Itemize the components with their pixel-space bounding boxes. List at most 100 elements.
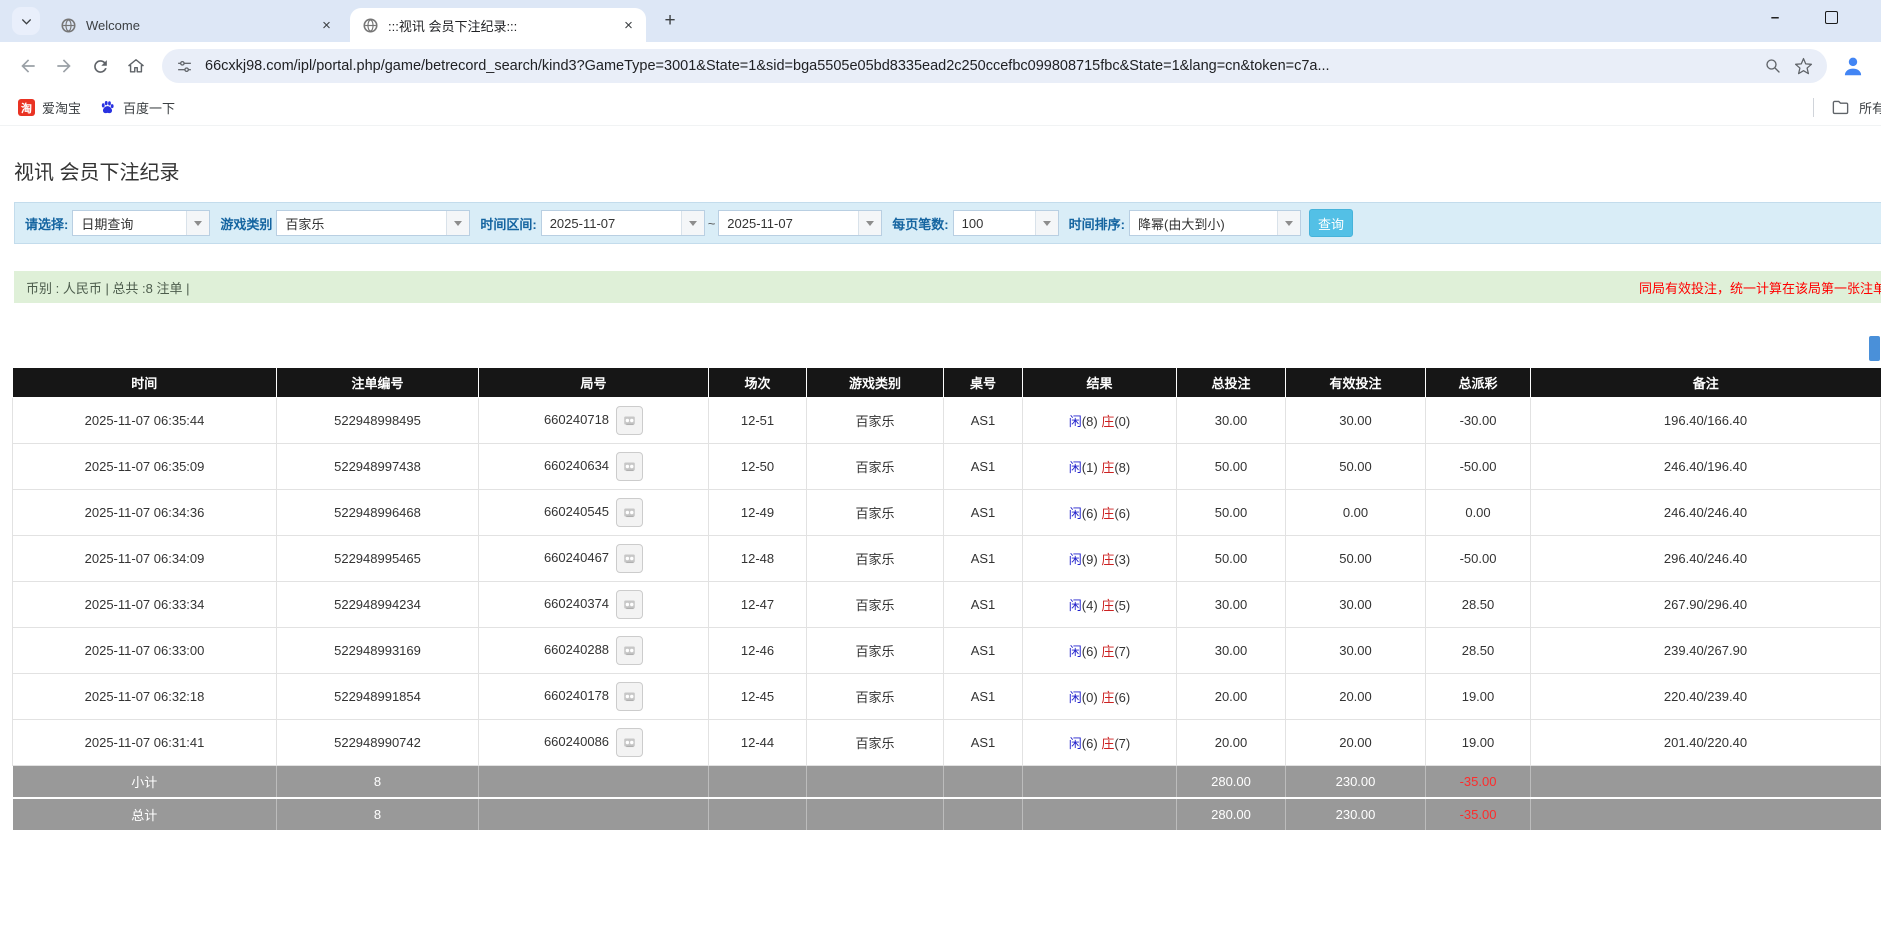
chevron-down-icon[interactable] <box>446 211 469 235</box>
total-bet-link[interactable]: 50.00 <box>1177 490 1286 536</box>
minimize-button[interactable] <box>1747 0 1803 34</box>
remark: 239.40/267.90 <box>1531 628 1881 674</box>
bookmarks-bar: 淘 爱淘宝 百度一下 所有书签 <box>0 90 1881 126</box>
remark: 267.90/296.40 <box>1531 582 1881 628</box>
table-row: 2025-11-07 06:35:44 522948998495 6602407… <box>13 398 1881 444</box>
forward-button[interactable] <box>46 48 82 84</box>
home-button[interactable] <box>118 48 154 84</box>
bookmark-label: 爱淘宝 <box>42 98 81 117</box>
session: 12-51 <box>709 398 807 444</box>
new-tab-button[interactable] <box>656 7 684 35</box>
video-replay-button[interactable] <box>616 498 643 527</box>
player-score: (0) <box>1082 690 1098 705</box>
scrollbar-thumb[interactable] <box>1869 336 1880 361</box>
close-tab-icon[interactable] <box>317 16 336 35</box>
url-text[interactable]: 66cxkj98.com/ipl/portal.php/game/betreco… <box>205 58 1752 74</box>
result-cell: 闲(9) 庄(3) <box>1023 536 1177 582</box>
site-settings-icon[interactable] <box>176 58 193 75</box>
video-replay-button[interactable] <box>616 636 643 665</box>
page-size-label: 每页笔数: <box>892 214 948 233</box>
tab-search-button[interactable] <box>12 7 40 35</box>
player-score: (4) <box>1082 598 1098 613</box>
chevron-down-icon[interactable] <box>1035 211 1058 235</box>
total-bet-link[interactable]: 50.00 <box>1177 536 1286 582</box>
filter-bar: 请选择: 日期查询 游戏类别 百家乐 时间区间: 2025-11-07 ~ 20… <box>14 202 1881 244</box>
address-bar[interactable]: 66cxkj98.com/ipl/portal.php/game/betreco… <box>162 49 1827 83</box>
remark: 201.40/220.40 <box>1531 720 1881 766</box>
video-replay-button[interactable] <box>616 682 643 711</box>
payout: -30.00 <box>1426 398 1531 444</box>
column-header: 游戏类别 <box>807 368 944 398</box>
remark: 296.40/246.40 <box>1531 536 1881 582</box>
game-type-select[interactable]: 百家乐 <box>276 210 470 236</box>
close-tab-icon[interactable] <box>619 16 638 35</box>
bookmark-item-baidu[interactable]: 百度一下 <box>99 98 175 117</box>
bookmark-item-taobao[interactable]: 淘 爱淘宝 <box>18 98 81 117</box>
table-row: 2025-11-07 06:35:09 522948997438 6602406… <box>13 444 1881 490</box>
table-code: AS1 <box>944 720 1023 766</box>
video-icon <box>623 643 636 658</box>
total-bet-link[interactable]: 30.00 <box>1177 628 1286 674</box>
video-replay-button[interactable] <box>616 406 643 435</box>
player-label: 闲 <box>1069 690 1082 705</box>
search-button[interactable]: 查询 <box>1309 209 1353 237</box>
bookmark-star-icon[interactable] <box>1794 57 1813 76</box>
total-count: 8 <box>277 798 479 831</box>
sort-select[interactable]: 降幂(由大到小) <box>1129 210 1301 236</box>
globe-icon <box>60 17 77 34</box>
page-size-select[interactable]: 100 <box>953 210 1059 236</box>
video-icon <box>623 597 636 612</box>
zoom-icon[interactable] <box>1764 57 1782 75</box>
back-button[interactable] <box>10 48 46 84</box>
total-bet-link[interactable]: 30.00 <box>1177 582 1286 628</box>
all-bookmarks[interactable]: 所有书签 <box>1813 90 1881 125</box>
tab-title: :::视讯 会员下注纪录::: <box>388 16 619 35</box>
player-label: 闲 <box>1069 506 1082 521</box>
total-bet-link[interactable]: 20.00 <box>1177 720 1286 766</box>
chevron-down-icon[interactable] <box>1277 211 1300 235</box>
video-replay-button[interactable] <box>616 544 643 573</box>
banker-label: 庄 <box>1101 690 1114 705</box>
video-replay-button[interactable] <box>616 728 643 757</box>
bet-time: 2025-11-07 06:31:41 <box>13 720 277 766</box>
round-number: 660240718 <box>544 412 609 427</box>
sort-value: 降幂(由大到小) <box>1130 211 1277 235</box>
table-code: AS1 <box>944 490 1023 536</box>
total-bet-link[interactable]: 20.00 <box>1177 674 1286 720</box>
date-from-input[interactable]: 2025-11-07 <box>541 210 705 236</box>
person-icon <box>1840 53 1866 79</box>
chevron-down-icon[interactable] <box>858 211 881 235</box>
game-type: 百家乐 <box>807 674 944 720</box>
valid-bet: 30.00 <box>1286 398 1426 444</box>
maximize-button[interactable] <box>1803 0 1859 34</box>
total-bet-link[interactable]: 30.00 <box>1177 398 1286 444</box>
game-type: 百家乐 <box>807 720 944 766</box>
reload-button[interactable] <box>82 48 118 84</box>
date-to-input[interactable]: 2025-11-07 <box>718 210 882 236</box>
chevron-down-icon[interactable] <box>681 211 704 235</box>
chevron-down-icon <box>20 15 33 28</box>
valid-bet: 50.00 <box>1286 536 1426 582</box>
baidu-paw-icon <box>99 99 116 116</box>
round-number: 660240467 <box>544 550 609 565</box>
chevron-down-icon[interactable] <box>186 211 209 235</box>
valid-bet-notice: 同局有效投注，统一计算在该局第一张注单内 <box>1639 278 1881 297</box>
query-mode-select[interactable]: 日期查询 <box>72 210 210 236</box>
column-header: 桌号 <box>944 368 1023 398</box>
profile-avatar[interactable] <box>1835 48 1871 84</box>
close-window-button[interactable] <box>1859 0 1881 34</box>
video-replay-button[interactable] <box>616 590 643 619</box>
tab-title: Welcome <box>86 18 317 33</box>
tab-welcome[interactable]: Welcome <box>48 8 344 42</box>
valid-bet: 20.00 <box>1286 674 1426 720</box>
home-icon <box>126 56 146 76</box>
tab-betrecord[interactable]: :::视讯 会员下注纪录::: <box>350 8 646 42</box>
table-row: 2025-11-07 06:33:34 522948994234 6602403… <box>13 582 1881 628</box>
total-total-bet: 280.00 <box>1177 798 1286 831</box>
browser-toolbar: 66cxkj98.com/ipl/portal.php/game/betreco… <box>0 42 1881 90</box>
video-replay-button[interactable] <box>616 452 643 481</box>
query-mode-value: 日期查询 <box>73 211 186 235</box>
total-bet-link[interactable]: 50.00 <box>1177 444 1286 490</box>
result-cell: 闲(1) 庄(8) <box>1023 444 1177 490</box>
valid-bet: 50.00 <box>1286 444 1426 490</box>
